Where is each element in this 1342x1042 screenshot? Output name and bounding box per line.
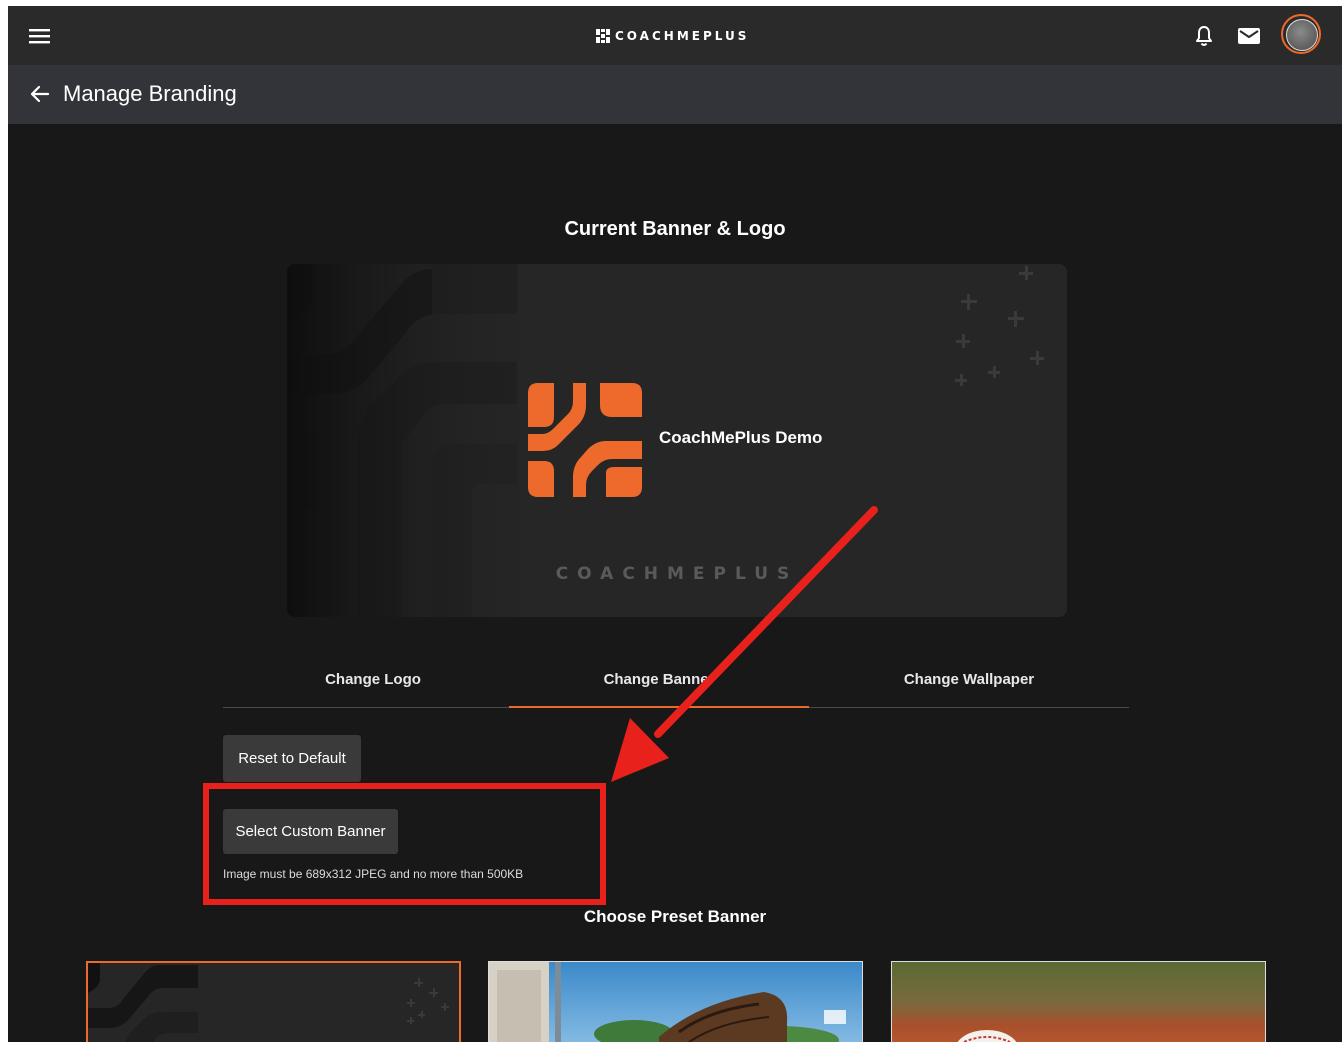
page-title: Manage Branding — [63, 81, 237, 106]
reset-to-default-button[interactable]: Reset to Default — [223, 735, 361, 782]
tab-change-banner[interactable]: Change Banner — [509, 657, 809, 708]
avatar-image — [1286, 19, 1318, 51]
preset-default-pattern — [88, 963, 449, 1042]
avatar[interactable] — [1281, 14, 1321, 54]
app-root: COACHMEPLUS Manage Branding Current Bann… — [8, 6, 1342, 1042]
current-banner-title: Current Banner & Logo — [564, 218, 786, 240]
branding-tabs: Change Logo Change Banner Change Wallpap… — [223, 657, 1129, 708]
mail-icon[interactable] — [1237, 25, 1261, 47]
menu-icon[interactable] — [28, 26, 52, 46]
preset-banner-baseball-field[interactable] — [891, 961, 1266, 1042]
brand-mark-icon — [596, 29, 610, 43]
banner-watermark: COACHMEPLUS — [555, 564, 799, 584]
brand-name: COACHMEPLUS — [615, 29, 750, 43]
arrow-left-icon[interactable] — [28, 82, 52, 106]
preset-glove-image — [489, 962, 862, 1042]
tab-change-wallpaper[interactable]: Change Wallpaper — [819, 657, 1119, 707]
top-bar: COACHMEPLUS — [8, 6, 1342, 66]
preset-banner-default[interactable] — [86, 961, 461, 1042]
preset-banner-baseball-glove[interactable] — [488, 961, 863, 1042]
brand-logo[interactable]: COACHMEPLUS — [596, 27, 749, 45]
preset-banner-title: Choose Preset Banner — [583, 907, 767, 926]
current-banner-preview: CoachMePlus Demo COACHMEPLUS — [287, 264, 1067, 617]
org-logo-icon — [528, 383, 642, 497]
preset-field-image — [892, 962, 1265, 1042]
bell-icon[interactable] — [1192, 24, 1216, 48]
tab-change-logo[interactable]: Change Logo — [223, 657, 523, 707]
page-header: Manage Branding — [8, 65, 1342, 124]
annotation-highlight-box — [203, 783, 606, 905]
org-name: CoachMePlus Demo — [659, 428, 823, 447]
